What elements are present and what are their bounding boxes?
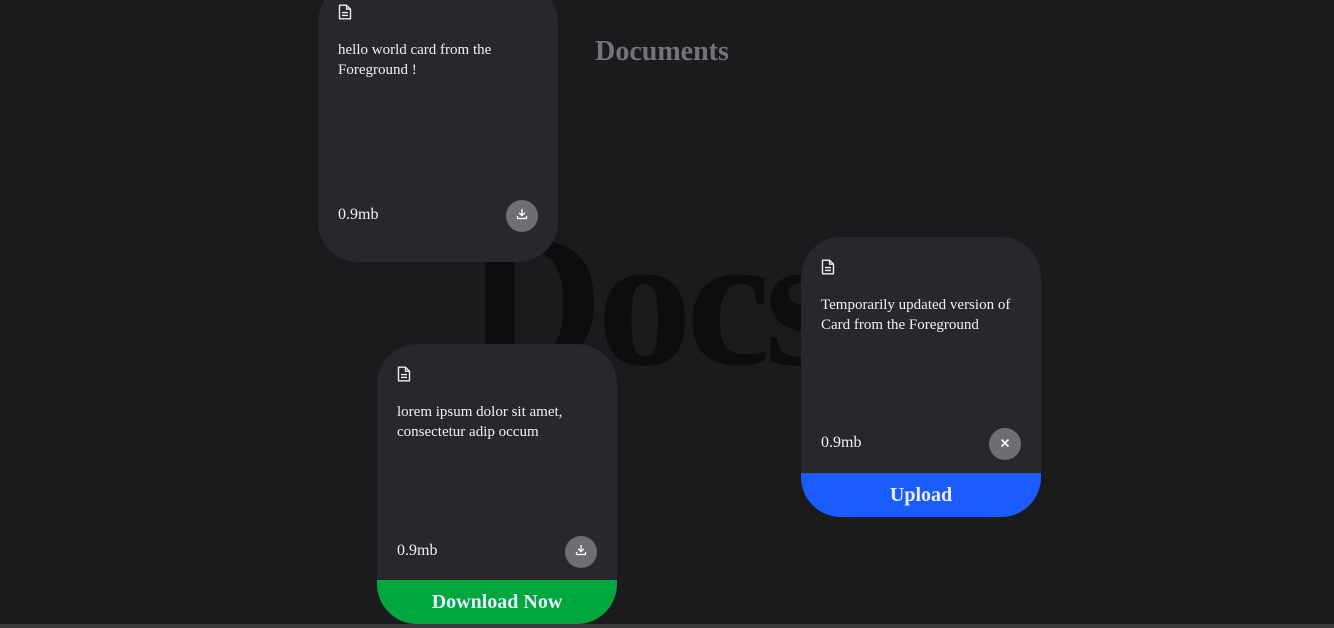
download-icon <box>516 207 528 225</box>
download-button[interactable] <box>565 536 597 568</box>
file-size: 0.9mb <box>338 206 379 223</box>
card-description: hello world card from the Foreground ! <box>338 42 492 78</box>
app-window: Docs Documents hello world card from the… <box>0 0 1334 628</box>
close-button[interactable] <box>989 428 1021 460</box>
document-icon <box>397 366 411 382</box>
document-icon <box>338 4 352 20</box>
page-title: Documents <box>595 36 729 67</box>
download-now-button[interactable]: Download Now <box>377 580 617 624</box>
document-icon <box>821 259 835 275</box>
file-size: 0.9mb <box>821 434 862 451</box>
document-card[interactable]: lorem ipsum dolor sit amet, consectetur … <box>377 344 617 624</box>
document-card[interactable]: Temporarily updated version of Card from… <box>801 237 1041 517</box>
file-size: 0.9mb <box>397 542 438 559</box>
document-card[interactable]: hello world card from the Foreground ! 0… <box>318 0 558 262</box>
download-button[interactable] <box>506 200 538 232</box>
close-icon <box>1000 435 1010 453</box>
window-bottom-edge <box>0 624 1334 628</box>
card-description: lorem ipsum dolor sit amet, consectetur … <box>397 404 563 440</box>
card-description: Temporarily updated version of Card from… <box>821 297 1011 333</box>
download-icon <box>575 543 587 561</box>
upload-button[interactable]: Upload <box>801 473 1041 517</box>
